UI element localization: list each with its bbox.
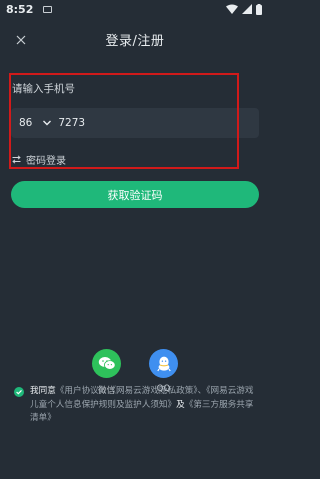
agreement: 我同意《用户协议》、《网易云游戏隐私政策》、《网易云游戏儿童个人信息保护规则及监… xyxy=(14,385,260,426)
wifi-icon xyxy=(226,4,238,14)
chevron-down-icon[interactable] xyxy=(42,119,52,127)
agreement-separator: 、 xyxy=(197,386,207,396)
wechat-icon[interactable] xyxy=(92,349,121,378)
country-code-select[interactable]: 86 xyxy=(19,117,32,129)
phone-input-row: 86 xyxy=(11,108,259,138)
agreement-separator: 、 xyxy=(103,386,112,396)
status-bar: 8:52 xyxy=(0,0,270,18)
password-login-label: 密码登录 xyxy=(26,156,66,167)
header: 登录/注册 xyxy=(0,28,270,52)
get-code-button[interactable]: 获取验证码 xyxy=(11,181,259,208)
phone-input[interactable] xyxy=(58,117,259,129)
qq-icon[interactable] xyxy=(149,349,178,378)
agreement-and: 及 xyxy=(176,399,185,410)
check-icon[interactable] xyxy=(14,387,24,397)
password-login-link[interactable]: 密码登录 xyxy=(12,152,66,167)
status-time: 8:52 xyxy=(6,2,34,16)
status-icons xyxy=(226,3,262,15)
swap-icon xyxy=(12,155,21,164)
phone-label: 请输入手机号 xyxy=(12,83,75,95)
agreement-prefix: 我同意 xyxy=(30,386,56,396)
privacy-policy-link[interactable]: 《网易云游戏隐私政策》 xyxy=(112,386,198,396)
battery-icon xyxy=(256,3,262,15)
agreement-text: 我同意《用户协议》、《网易云游戏隐私政策》、《网易云游戏儿童个人信息保护规则及监… xyxy=(30,385,260,426)
signal-icon xyxy=(242,4,252,14)
page-title: 登录/注册 xyxy=(105,34,165,49)
sd-card-icon xyxy=(43,5,53,13)
user-agreement-link[interactable]: 《用户协议》 xyxy=(56,386,103,396)
